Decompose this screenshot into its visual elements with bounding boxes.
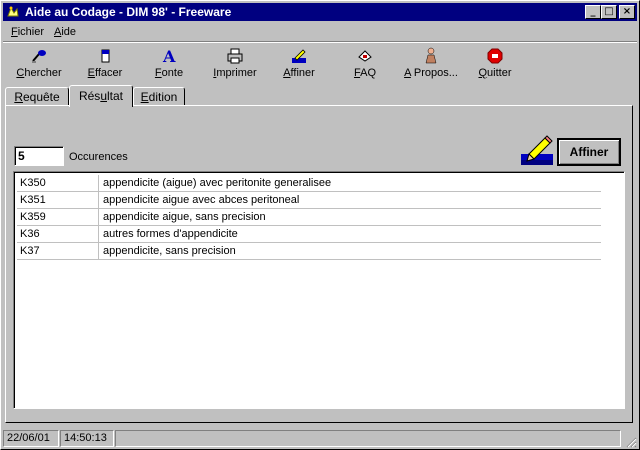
status-date: 22/06/01 bbox=[3, 430, 59, 447]
affiner-tool-button[interactable]: Affiner bbox=[269, 45, 329, 81]
maximize-button[interactable]: □ bbox=[601, 5, 617, 19]
row-code: K350 bbox=[17, 175, 99, 191]
apropos-label: A Propos... bbox=[404, 67, 458, 79]
menu-aide-label: ide bbox=[61, 26, 77, 38]
menu-bar: Fichier Aide bbox=[3, 23, 637, 41]
printer-icon bbox=[227, 48, 243, 64]
menu-aide[interactable]: Aide bbox=[54, 26, 76, 38]
font-icon: A bbox=[162, 47, 176, 65]
status-time: 14:50:13 bbox=[60, 430, 114, 447]
tab-requete[interactable]: Requête bbox=[5, 87, 69, 105]
table-row[interactable]: K350 appendicite (aigue) avec peritonite… bbox=[17, 175, 601, 192]
row-code: K359 bbox=[17, 209, 99, 225]
pencil-icon[interactable] bbox=[520, 134, 554, 166]
row-label: appendicite, sans precision bbox=[103, 245, 236, 257]
stop-icon bbox=[487, 48, 503, 64]
table-row[interactable]: K351 appendicite aigue avec abces perito… bbox=[17, 192, 601, 209]
fonte-label: Fonte bbox=[154, 67, 184, 79]
chercher-label: Chercher bbox=[16, 67, 62, 79]
pencil-icon bbox=[292, 49, 306, 63]
effacer-button[interactable]: Effacer bbox=[75, 45, 135, 81]
row-code: K351 bbox=[17, 192, 99, 208]
table-row[interactable]: K36 autres formes d'appendicite bbox=[17, 226, 601, 243]
quitter-button[interactable]: Quitter bbox=[465, 45, 525, 81]
toolbar: Chercher Effacer A Fonte Imprimer Affine… bbox=[3, 43, 637, 81]
menu-fichier-mnemonic: F bbox=[11, 26, 18, 38]
quitter-label: Quitter bbox=[478, 67, 512, 79]
window-title: Aide au Codage - DIM 98' - Freeware bbox=[25, 5, 232, 19]
resize-grip-icon[interactable] bbox=[625, 436, 637, 448]
title-bar[interactable]: Aide au Codage - DIM 98' - Freeware _ □ … bbox=[3, 3, 637, 21]
svg-text:A: A bbox=[162, 47, 176, 65]
affiner-button[interactable]: Affiner bbox=[557, 138, 621, 166]
row-label: autres formes d'appendicite bbox=[103, 228, 238, 240]
eraser-icon bbox=[101, 49, 110, 63]
table-row[interactable]: K37 appendicite, sans precision bbox=[17, 243, 601, 260]
fonte-button[interactable]: A Fonte bbox=[139, 45, 199, 81]
minimize-button[interactable]: _ bbox=[585, 5, 601, 19]
row-label: appendicite aigue, sans precision bbox=[103, 211, 266, 223]
faq-icon bbox=[358, 50, 372, 62]
row-label: appendicite (aigue) avec peritonite gene… bbox=[103, 177, 332, 189]
chercher-button[interactable]: Chercher bbox=[9, 45, 69, 81]
results-list[interactable]: K350 appendicite (aigue) avec peritonite… bbox=[13, 171, 625, 409]
close-button[interactable]: × bbox=[619, 5, 635, 19]
row-code: K37 bbox=[17, 243, 99, 259]
tab-edition[interactable]: Edition bbox=[133, 87, 185, 105]
effacer-label: Effacer bbox=[87, 67, 123, 79]
person-icon bbox=[425, 47, 437, 64]
apropos-button[interactable]: A Propos... bbox=[401, 45, 461, 81]
affiner-tool-label: Affiner bbox=[283, 67, 315, 79]
search-icon bbox=[32, 50, 46, 63]
app-window: Aide au Codage - DIM 98' - Freeware _ □ … bbox=[0, 0, 640, 450]
app-icon[interactable] bbox=[6, 5, 20, 19]
faq-label: FAQ bbox=[353, 67, 377, 79]
faq-button[interactable]: FAQ bbox=[335, 45, 395, 81]
occurrence-count-field[interactable]: 5 bbox=[14, 146, 64, 166]
row-code: K36 bbox=[17, 226, 99, 242]
menu-fichier[interactable]: Fichier bbox=[11, 26, 44, 38]
row-label: appendicite aigue avec abces peritoneal bbox=[103, 194, 300, 206]
imprimer-button[interactable]: Imprimer bbox=[205, 45, 265, 81]
occurrence-label: Occurences bbox=[69, 151, 128, 163]
imprimer-label: Imprimer bbox=[213, 67, 257, 79]
menu-fichier-label: ichier bbox=[17, 26, 45, 38]
status-bar: 22/06/01 14:50:13 bbox=[3, 430, 637, 448]
status-message bbox=[115, 430, 621, 447]
tab-resultat[interactable]: Résultat bbox=[69, 85, 133, 107]
table-row[interactable]: K359 appendicite aigue, sans precision bbox=[17, 209, 601, 226]
